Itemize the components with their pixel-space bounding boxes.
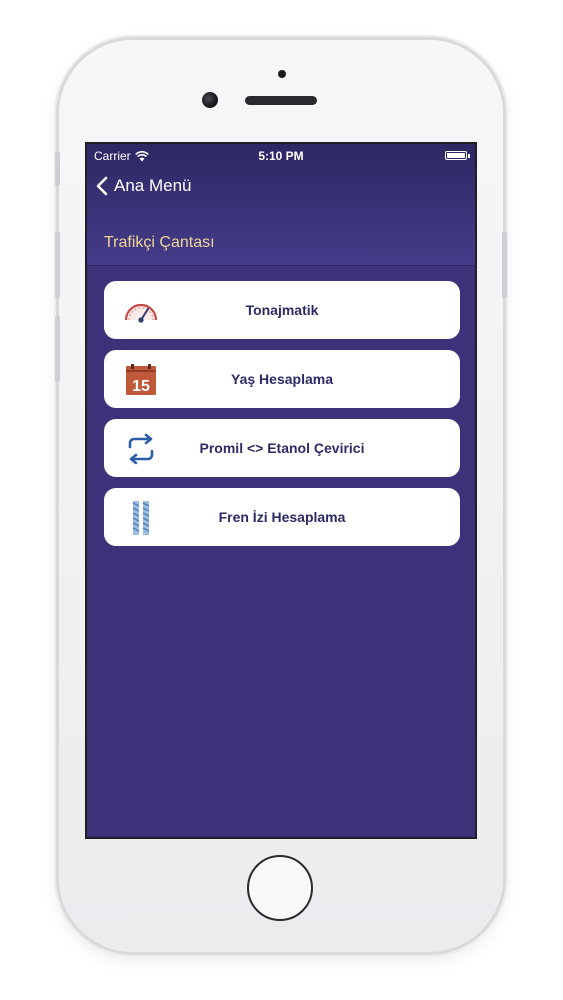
status-time: 5:10 PM [258,149,304,163]
phone-screen: Carrier 5:10 PM Ana Menü Trafikçi Çantas… [85,142,477,839]
back-button[interactable]: Ana Menü [96,176,192,196]
proximity-sensor [278,70,286,78]
front-camera [202,92,218,108]
volume-up-button [55,232,60,298]
menu-item-label: Fren İzi Hesaplama [218,509,346,525]
silent-switch [55,152,60,186]
battery-tip [468,154,470,158]
earpiece-speaker [245,96,317,105]
menu-item-label: Yaş Hesaplama [231,371,333,387]
page: Carrier 5:10 PM Ana Menü Trafikçi Çantas… [0,0,563,1000]
battery-icon [445,151,467,160]
header-divider [87,265,475,266]
menu-item-fren-izi[interactable]: Fren İzi Hesaplama [104,488,460,546]
menu-list: Tonajmatik 15 Yaş Hesaplama Promil <> Et… [104,281,460,557]
home-button[interactable] [247,855,313,921]
menu-item-label: Tonajmatik [245,302,319,318]
volume-down-button [55,316,60,382]
status-bar: Carrier 5:10 PM [87,144,475,168]
menu-item-tonajmatik[interactable]: Tonajmatik [104,281,460,339]
section-title: Trafikçi Çantası [104,234,215,251]
menu-item-yas-hesaplama[interactable]: 15 Yaş Hesaplama [104,350,460,408]
navigation-header: Carrier 5:10 PM Ana Menü Trafikçi Çantas… [87,144,475,265]
menu-item-promil-etanol[interactable]: Promil <> Etanol Çevirici [104,419,460,477]
menu-item-label: Promil <> Etanol Çevirici [199,440,365,456]
power-button [502,232,507,298]
chevron-left-icon [96,176,108,196]
back-button-label: Ana Menü [114,176,192,195]
